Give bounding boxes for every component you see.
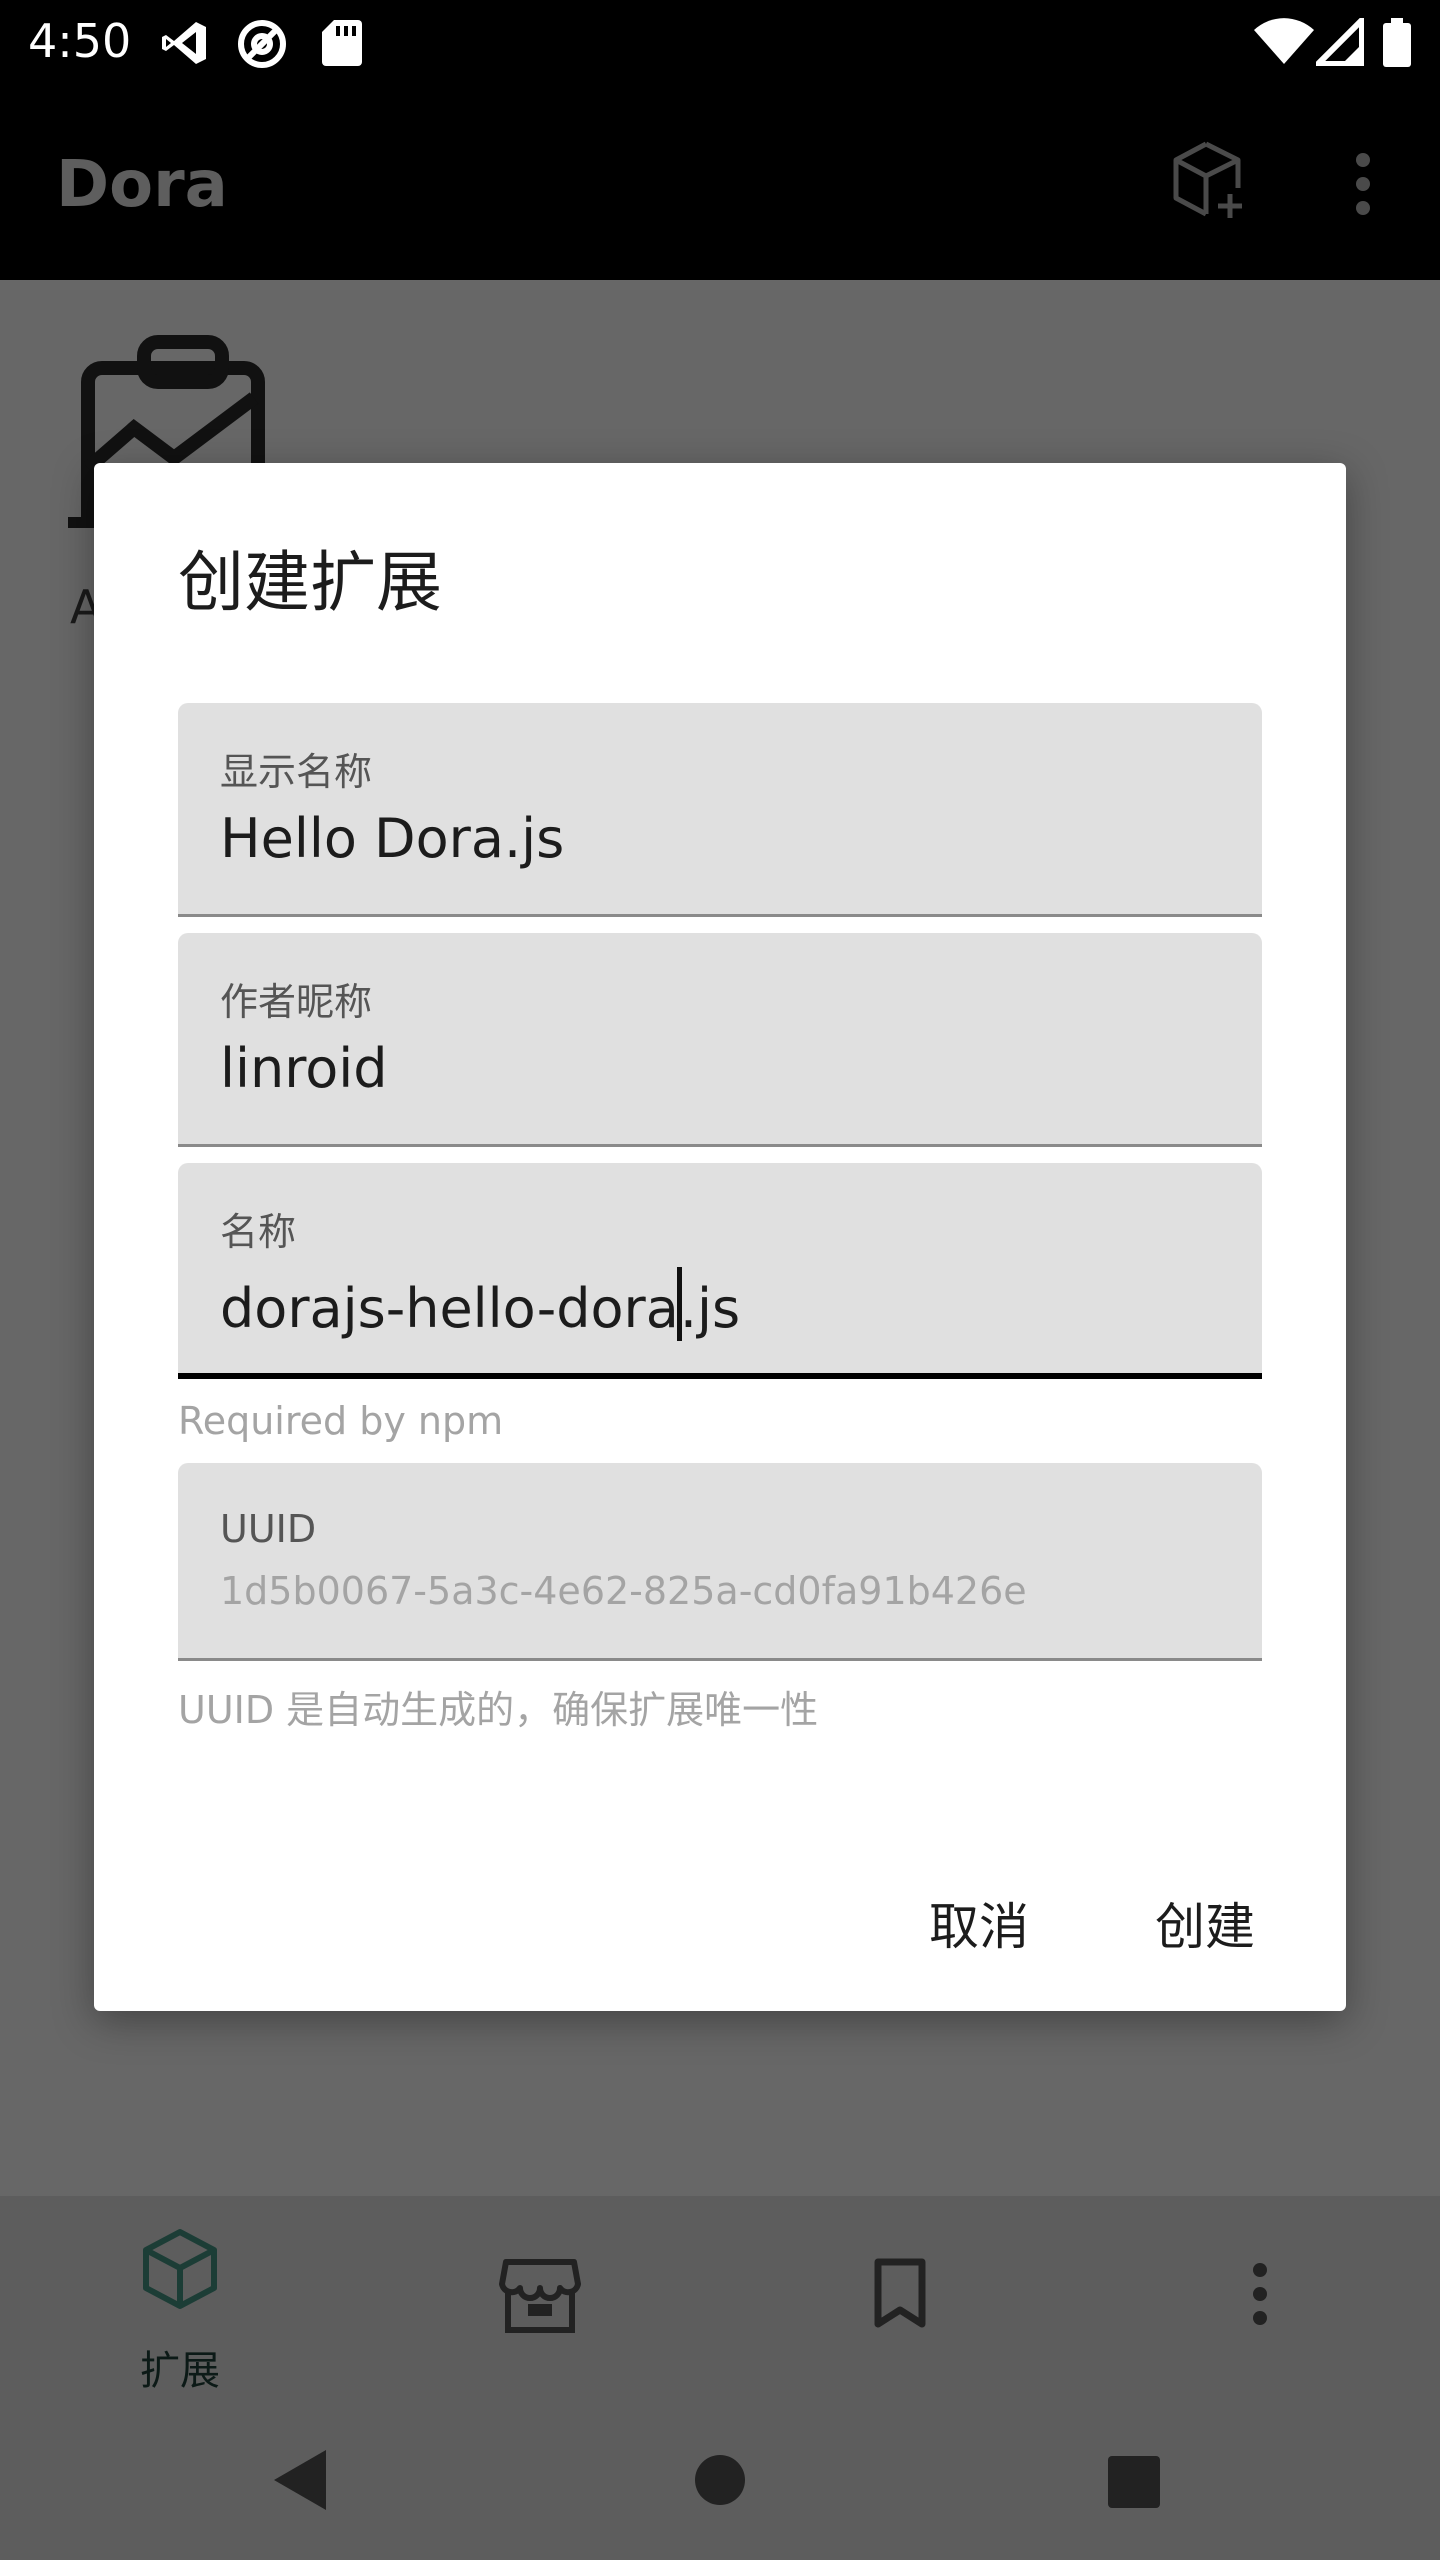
app-bar: Dora [0,84,1440,280]
name-value-after-cursor: .js [679,1277,741,1340]
nav-item-extensions[interactable]: 扩展 [60,2196,300,2410]
uuid-value: 1d5b0067-5a3c-4e62-825a-cd0fa91b426e [220,1569,1027,1613]
dialog-title: 创建扩展 [178,544,442,621]
store-icon [498,2256,582,2340]
name-helper-text: Required by npm [178,1399,504,1443]
nav-label-extensions: 扩展 [140,2348,220,2394]
author-value: linroid [220,1037,388,1100]
cancel-button[interactable]: 取消 [904,1873,1054,1973]
name-field[interactable]: 名称 dorajs-hello-dora.js [178,1163,1262,1379]
uuid-field: UUID 1d5b0067-5a3c-4e62-825a-cd0fa91b426… [178,1463,1262,1661]
author-label: 作者昵称 [220,980,373,1024]
display-name-field[interactable]: 显示名称 Hello Dora.js [178,703,1262,917]
back-icon[interactable] [270,2448,330,2516]
vscode-icon [160,18,210,72]
add-extension-icon[interactable] [1170,138,1250,226]
status-bar: 4:50 [0,0,1440,84]
more-vert-icon [1249,2262,1271,2330]
create-button[interactable]: 创建 [1130,1873,1280,1973]
nav-item-more[interactable] [1140,2196,1380,2410]
author-field[interactable]: 作者昵称 linroid [178,933,1262,1147]
more-vert-icon[interactable] [1352,152,1374,220]
uuid-helper-text: UUID 是自动生成的，确保扩展唯一性 [178,1688,819,1732]
bottom-nav: 扩展 [0,2196,1440,2410]
sd-card-icon [320,18,362,72]
nav-item-store[interactable] [420,2196,660,2410]
create-extension-dialog: 创建扩展 显示名称 Hello Dora.js 作者昵称 linroid 名称 … [94,463,1346,2011]
nav-item-bookmarks[interactable] [780,2196,1020,2410]
cube-icon [140,2226,220,2314]
name-value: dorajs-hello-dora.js [220,1267,740,1341]
battery-icon [1382,18,1412,72]
system-nav-bar [0,2410,1440,2560]
at-sign-icon [236,18,288,74]
recents-icon[interactable] [1108,2456,1160,2512]
home-icon[interactable] [694,2454,746,2510]
bookmark-icon [872,2258,928,2334]
app-title: Dora [56,148,228,222]
uuid-label: UUID [220,1507,317,1551]
signal-icon [1315,17,1365,70]
wifi-icon [1254,18,1314,70]
name-value-before-cursor: dorajs-hello-dora [220,1277,679,1340]
display-name-label: 显示名称 [220,750,373,794]
name-label: 名称 [220,1210,297,1254]
display-name-value: Hello Dora.js [220,807,565,870]
status-time: 4:50 [28,14,132,68]
